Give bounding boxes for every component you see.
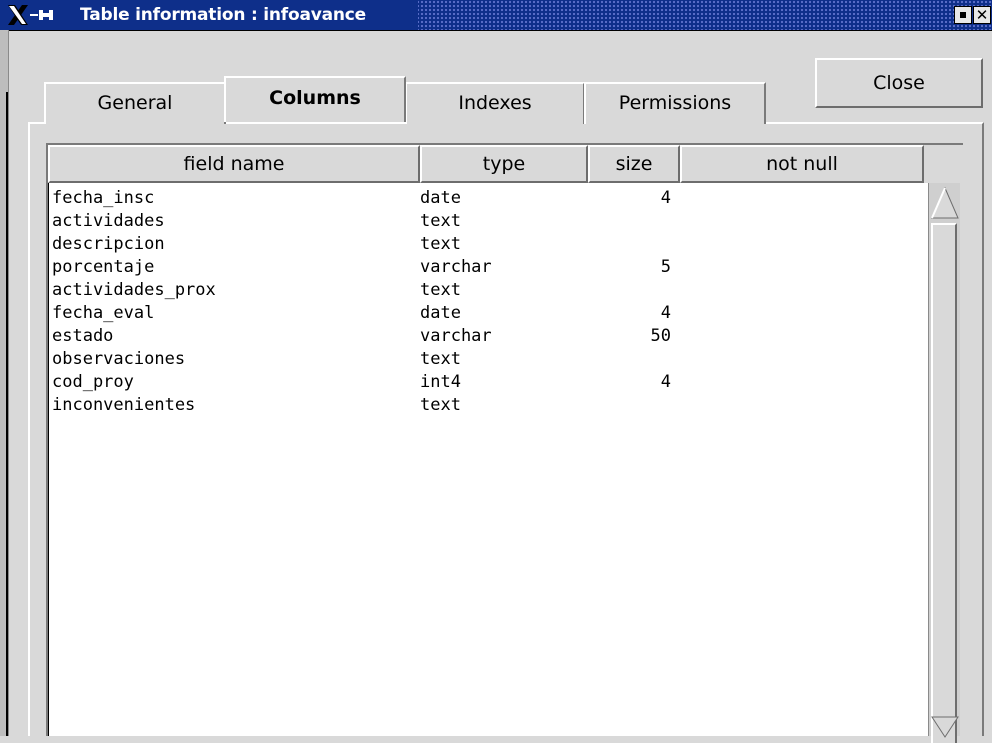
type-cell: text [420,211,461,231]
table-row[interactable]: actividades text [49,210,929,233]
type-cell: text [420,234,461,254]
tab-general[interactable]: General [44,82,226,124]
field-name-cell: cod_proy [52,372,134,392]
window-title: Table information : infoavance [80,5,367,25]
field-name-cell: fecha_eval [52,303,155,323]
size-cell: 5 [660,257,671,277]
table-row[interactable]: inconvenientes text [49,394,929,417]
tab-indexes[interactable]: Indexes [405,82,585,124]
minimize-button[interactable] [954,6,972,24]
minimize-icon [960,12,966,18]
column-header-type[interactable]: type [420,145,588,183]
size-cell: 4 [660,188,671,208]
table-row[interactable]: observaciones text [49,348,929,371]
tab-permissions[interactable]: Permissions [584,82,766,124]
type-cell: text [420,395,461,415]
window-left-frame [0,30,9,736]
table-row[interactable]: actividades_prox text [49,279,929,302]
window-close-button[interactable]: ✕ [973,6,991,24]
table-row[interactable]: cod_proy int4 4 [49,371,929,394]
field-name-cell: inconvenientes [52,395,196,415]
size-cell: 4 [660,372,671,392]
type-cell: date [420,188,461,208]
x-logo-icon[interactable] [6,3,30,27]
column-header-size[interactable]: size [588,145,680,183]
table-row[interactable]: estado varchar 50 [49,325,929,348]
field-name-cell: observaciones [52,349,186,369]
type-cell: text [420,349,461,369]
size-cell: 4 [660,303,671,323]
window-menu-icon[interactable] [30,7,54,23]
columns-rows: fecha_insc date 4 actividades text descripcio… [49,187,929,417]
table-row[interactable]: descripcion text [49,233,929,256]
table-row[interactable]: fecha_insc date 4 [49,187,929,210]
field-name-cell: actividades [52,211,165,231]
type-cell: text [420,280,461,300]
table-row[interactable]: porcentaje varchar 5 [49,256,929,279]
size-cell: 50 [650,326,671,346]
scroll-down-arrow-icon[interactable] [930,715,960,739]
scrollbar-thumb[interactable] [931,223,957,743]
columns-list[interactable]: fecha_insc date 4 actividades text descripcio… [48,183,929,736]
close-icon: ✕ [975,6,989,24]
field-name-cell: estado [52,326,114,346]
type-cell: varchar [420,257,492,277]
close-button[interactable]: Close [815,58,983,108]
column-header-not-null[interactable]: not null [680,145,924,183]
field-name-cell: descripcion [52,234,165,254]
type-cell: int4 [420,372,461,392]
table-row[interactable]: fecha_eval date 4 [49,302,929,325]
field-name-cell: porcentaje [52,257,155,277]
type-cell: varchar [420,326,492,346]
vertical-scrollbar[interactable] [928,183,960,743]
column-header-field-name[interactable]: field name [48,145,420,183]
field-name-cell: actividades_prox [52,280,216,300]
scroll-up-arrow-icon[interactable] [930,185,960,221]
title-bar[interactable]: Table information : infoavance ✕ [0,0,992,31]
field-name-cell: fecha_insc [52,188,155,208]
tab-columns[interactable]: Columns [224,76,406,122]
type-cell: date [420,303,461,323]
